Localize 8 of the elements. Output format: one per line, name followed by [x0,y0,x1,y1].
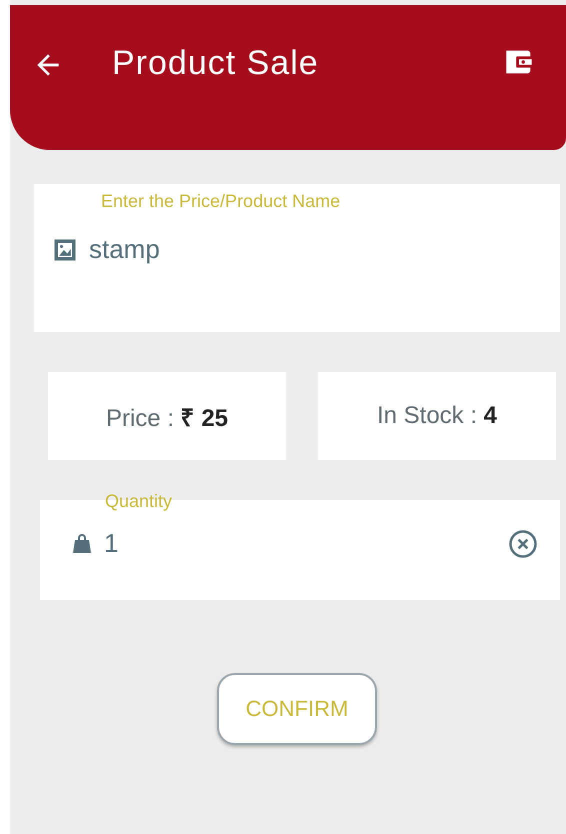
info-label: Price : ₹ 25 [106,404,228,432]
shopping-bag-icon [70,532,94,556]
screen-title: Product Sale [112,43,320,83]
text-input[interactable]: stamp [89,234,289,265]
clear-icon[interactable] [508,528,538,558]
info-label: In Stock : 4 [376,402,498,430]
text-input[interactable]: 1 [104,528,508,559]
product-search-field[interactable]: Enter the Price/Product Name stamp [34,184,560,332]
